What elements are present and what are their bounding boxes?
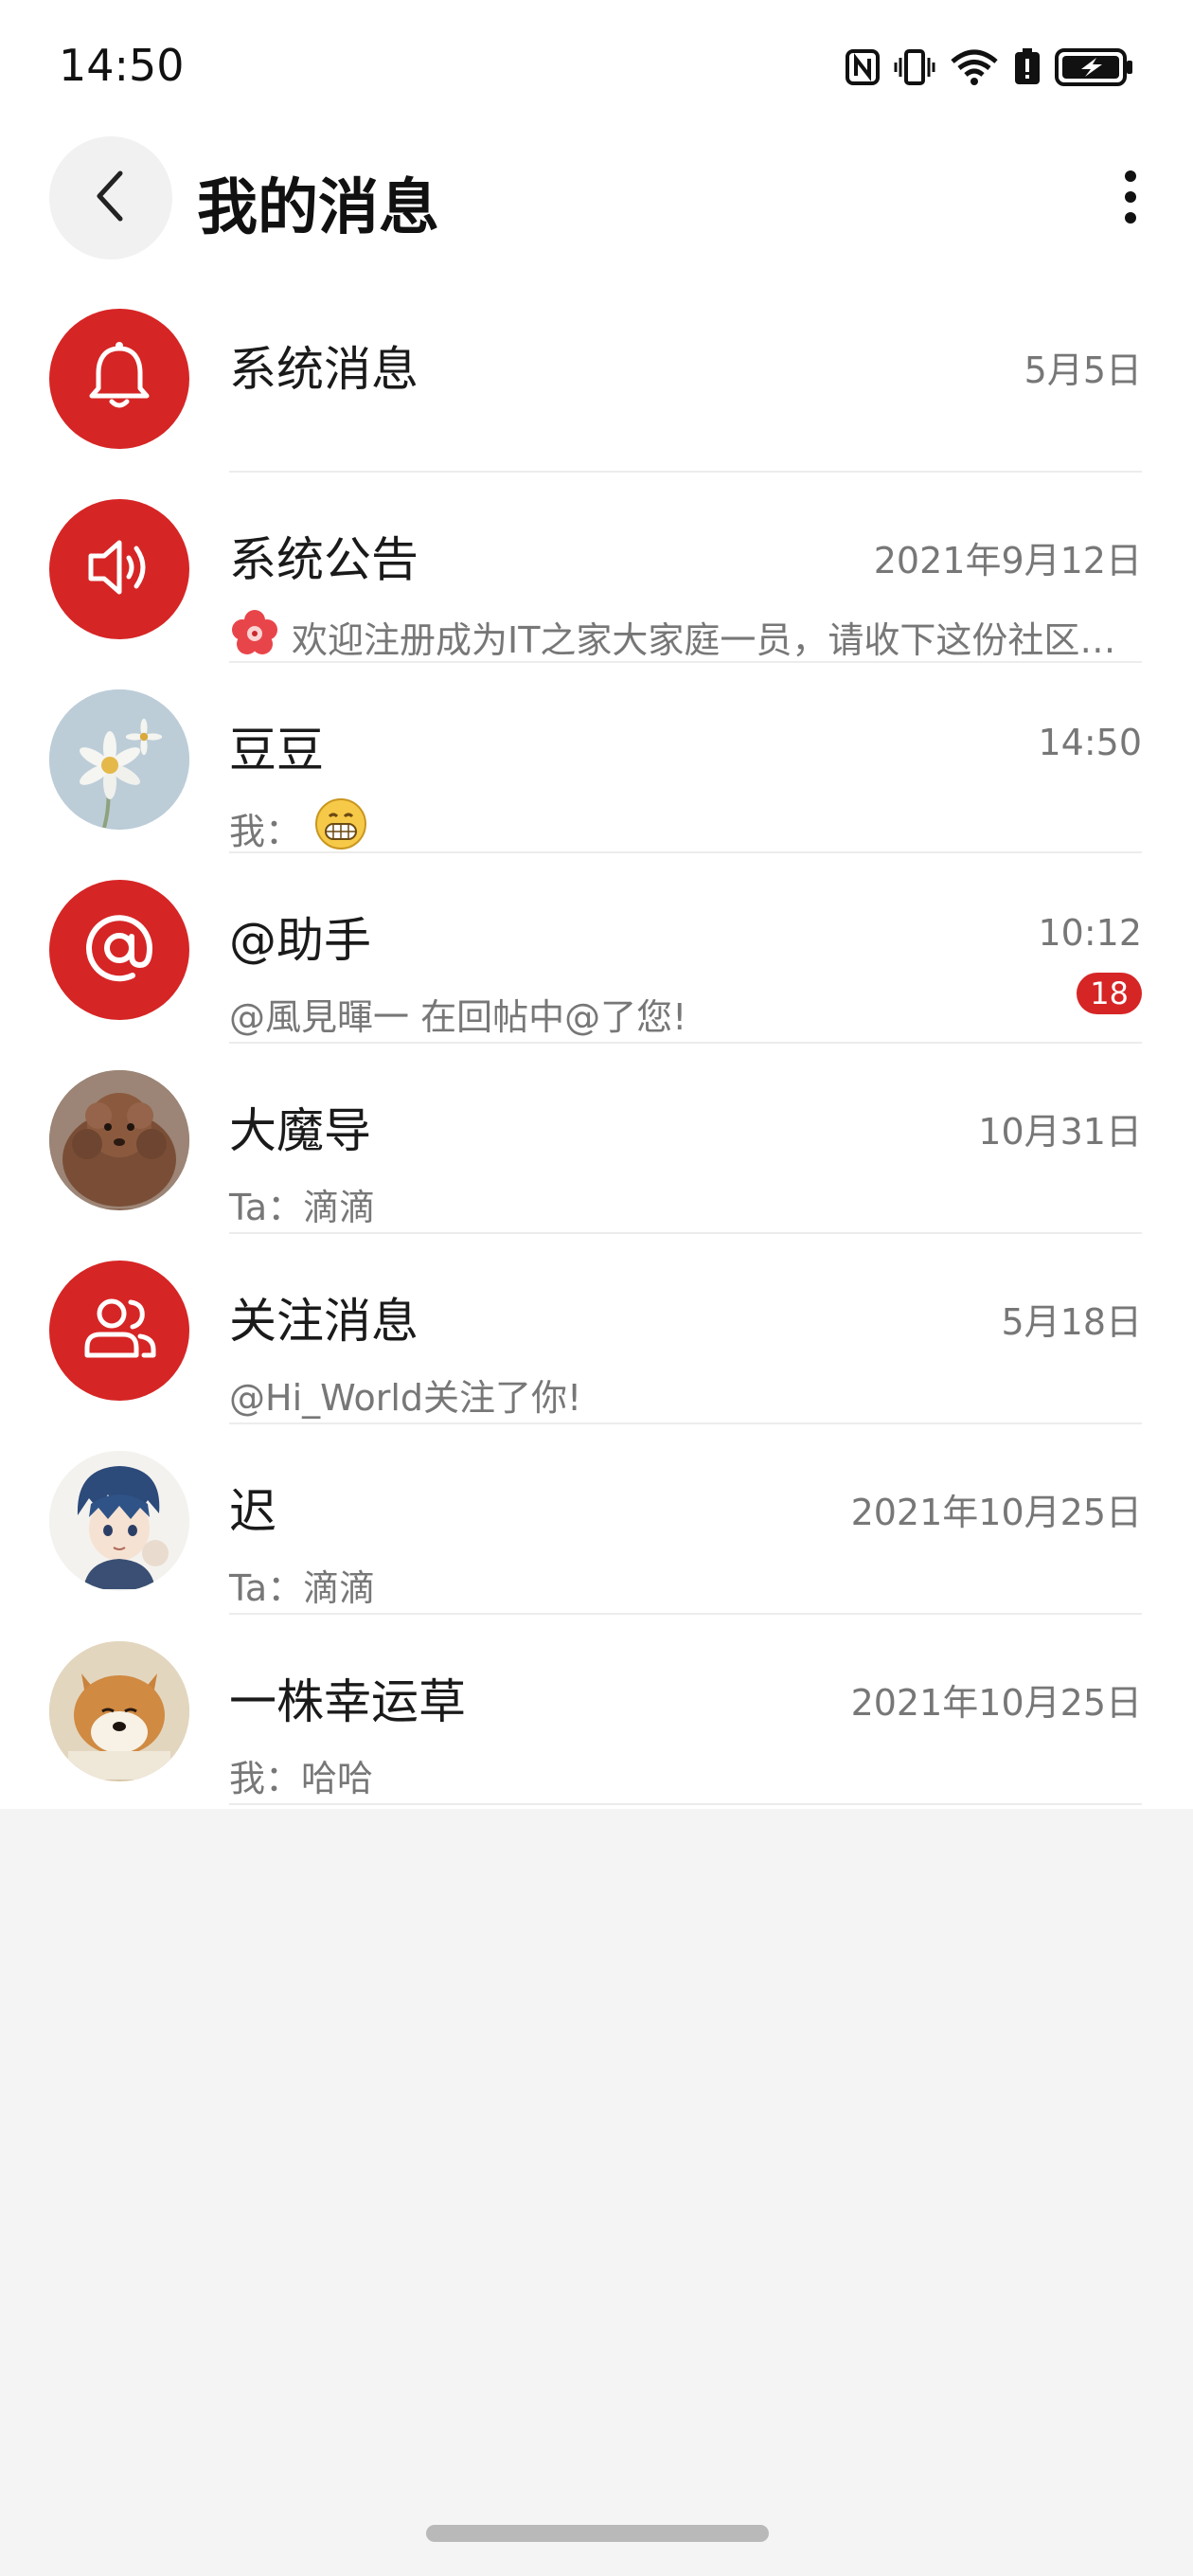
avatar — [49, 499, 189, 639]
app-header: 我的消息 — [0, 133, 1193, 265]
message-preview: 欢迎注册成为IT之家大家庭一员，请收下这份社区… — [229, 607, 1193, 667]
chevron-left-icon — [90, 168, 132, 228]
poodle-photo — [49, 1070, 189, 1210]
list-item[interactable]: 一株幸运草 2021年10月25日 我：哈哈 — [0, 1615, 1193, 1805]
wifi-icon — [949, 48, 1000, 86]
divider — [229, 1803, 1142, 1805]
list-item[interactable]: @助手 10:12 @風見暉一 在回帖中@了您! 18 — [0, 853, 1193, 1044]
preview-text: @Hi_World关注了你! — [229, 1377, 582, 1419]
message-preview: Ta：滴滴 — [229, 1178, 375, 1230]
message-time: 10:12 — [1038, 912, 1142, 954]
more-options-button[interactable] — [1102, 161, 1159, 237]
list-item[interactable]: 豆豆 14:50 我： — [0, 663, 1193, 853]
home-indicator[interactable] — [426, 2525, 769, 2542]
message-title: 豆豆 — [229, 723, 324, 778]
message-time: 5月5日 — [1024, 349, 1142, 391]
daisy-photo — [49, 689, 189, 830]
page-title: 我的消息 — [197, 173, 439, 243]
message-time: 10月31日 — [978, 1111, 1142, 1153]
users-icon — [78, 1293, 161, 1368]
message-time: 2021年10月25日 — [850, 1492, 1142, 1533]
avatar — [49, 1261, 189, 1401]
message-time: 5月18日 — [1001, 1301, 1142, 1343]
nfc-icon — [845, 48, 881, 86]
more-vertical-icon — [1123, 167, 1138, 231]
battery-alert-icon — [1013, 48, 1042, 86]
grin-emoji-icon — [314, 797, 367, 859]
message-title: 大魔导 — [229, 1103, 371, 1158]
anime-character-photo — [49, 1451, 189, 1591]
message-preview: 我：哈哈 — [229, 1749, 373, 1801]
message-time: 2021年10月25日 — [850, 1682, 1142, 1724]
avatar — [49, 880, 189, 1020]
list-item[interactable]: 大魔导 10月31日 Ta：滴滴 — [0, 1044, 1193, 1234]
avatar — [49, 1070, 189, 1210]
back-button[interactable] — [49, 136, 172, 259]
status-bar: 14:50 — [0, 0, 1193, 133]
status-time: 14:50 — [59, 40, 185, 91]
list-item[interactable]: 系统消息 5月5日 — [0, 282, 1193, 473]
message-list: 系统消息 5月5日 系统公告 2021年9月12日 欢迎注册成为IT之家大家庭一… — [0, 282, 1193, 1805]
list-item[interactable]: 关注消息 5月18日 @Hi_World关注了你! — [0, 1234, 1193, 1424]
message-title: 迟 — [229, 1484, 276, 1539]
message-title: 关注消息 — [229, 1294, 418, 1349]
vibrate-icon — [894, 48, 935, 86]
message-time: 2021年9月12日 — [873, 540, 1142, 581]
preview-text: Ta：滴滴 — [229, 1187, 376, 1228]
message-preview: @風見暉一 在回帖中@了您! — [229, 988, 686, 1040]
message-title: 系统公告 — [229, 532, 418, 587]
list-item[interactable]: 迟 2021年10月25日 Ta：滴滴 — [0, 1424, 1193, 1615]
preview-text: 我：哈哈 — [229, 1758, 374, 1799]
preview-text: @風見暉一 在回帖中@了您! — [229, 996, 687, 1038]
preview-text: 我： — [229, 811, 302, 852]
bell-icon — [83, 339, 155, 419]
at-icon — [80, 908, 159, 992]
message-title: 系统消息 — [229, 342, 418, 397]
flower-icon — [229, 607, 280, 667]
speaker-icon — [80, 529, 159, 609]
shiba-dog-photo — [49, 1641, 189, 1781]
message-title: @助手 — [229, 913, 371, 968]
avatar — [49, 1641, 189, 1781]
list-item[interactable]: 系统公告 2021年9月12日 欢迎注册成为IT之家大家庭一员，请收下这份社区… — [0, 473, 1193, 663]
battery-charging-icon — [1055, 47, 1134, 87]
message-preview: @Hi_World关注了你! — [229, 1368, 581, 1421]
message-title: 一株幸运草 — [229, 1674, 466, 1729]
preview-text: 欢迎注册成为IT之家大家庭一员，请收下这份社区… — [292, 619, 1116, 661]
status-icons — [845, 44, 1134, 91]
message-preview: 我： — [229, 797, 367, 859]
avatar — [49, 689, 189, 830]
message-time: 14:50 — [1038, 722, 1142, 763]
unread-badge: 18 — [1077, 973, 1142, 1014]
preview-text: Ta：滴滴 — [229, 1567, 376, 1609]
avatar — [49, 1451, 189, 1591]
avatar — [49, 309, 189, 449]
message-preview: Ta：滴滴 — [229, 1559, 375, 1611]
